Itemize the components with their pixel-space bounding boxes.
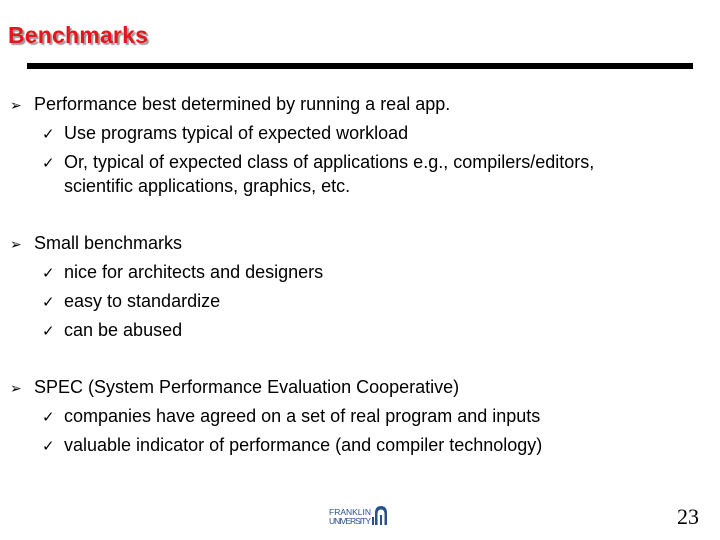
sub-bullet-continuation: scientific applications, graphics, etc. (64, 176, 351, 196)
sub-bullet-item: ✓ can be abused (42, 319, 182, 343)
sub-bullet-item: ✓ nice for architects and designers (42, 261, 323, 285)
bullet-text: Performance best determined by running a… (34, 94, 451, 114)
logo-arch-icon (372, 506, 387, 525)
logo-line2: UNIVERSITY (329, 516, 371, 526)
sub-bullet-item: ✓ Use programs typical of expected worklo… (42, 122, 408, 146)
sub-bullet-text: can be abused (64, 320, 183, 340)
checkmark-icon: ✓ (42, 323, 55, 340)
checkmark-icon: ✓ (42, 126, 55, 143)
sub-bullet-text: nice for architects and designers (64, 262, 324, 282)
bullet-item: ➢ Performance best determined by running … (10, 93, 450, 116)
sub-bullet-text: valuable indicator of performance (and c… (64, 435, 543, 455)
sub-bullet-text: easy to standardize (64, 291, 221, 311)
sub-bullet-text: Use programs typical of expected workloa… (64, 123, 409, 143)
sub-bullet-item: ✓ Or, typical of expected class of applic… (42, 151, 594, 175)
sub-bullet-text: Or, typical of expected class of applica… (64, 152, 595, 172)
page-number: 23 (677, 504, 699, 529)
title-divider (27, 63, 693, 69)
checkmark-icon: ✓ (42, 294, 55, 311)
bullet-item: ➢ Small benchmarks (10, 232, 182, 255)
slide-title: Benchmarks (8, 22, 149, 48)
sub-bullet-item: ✓ easy to standardize (42, 290, 220, 314)
checkmark-icon: ✓ (42, 155, 55, 172)
sub-bullet-item: ✓ valuable indicator of performance (and … (42, 434, 542, 458)
checkmark-icon: ✓ (42, 265, 55, 282)
arrow-bullet-icon: ➢ (10, 380, 22, 396)
checkmark-icon: ✓ (42, 438, 55, 455)
arrow-bullet-icon: ➢ (10, 97, 22, 113)
sub-bullet-item: ✓ companies have agreed on a set of real … (42, 405, 540, 429)
bullet-item: ➢ SPEC (System Performance Evaluation Coo… (10, 376, 459, 399)
bullet-text: SPEC (System Performance Evaluation Coop… (34, 377, 460, 397)
arrow-bullet-icon: ➢ (10, 236, 22, 252)
franklin-university-logo: FRANKLIN UNIVERSITY (329, 506, 387, 526)
checkmark-icon: ✓ (42, 409, 55, 426)
sub-bullet-text: companies have agreed on a set of real p… (64, 406, 541, 426)
bullet-text: Small benchmarks (34, 233, 183, 253)
